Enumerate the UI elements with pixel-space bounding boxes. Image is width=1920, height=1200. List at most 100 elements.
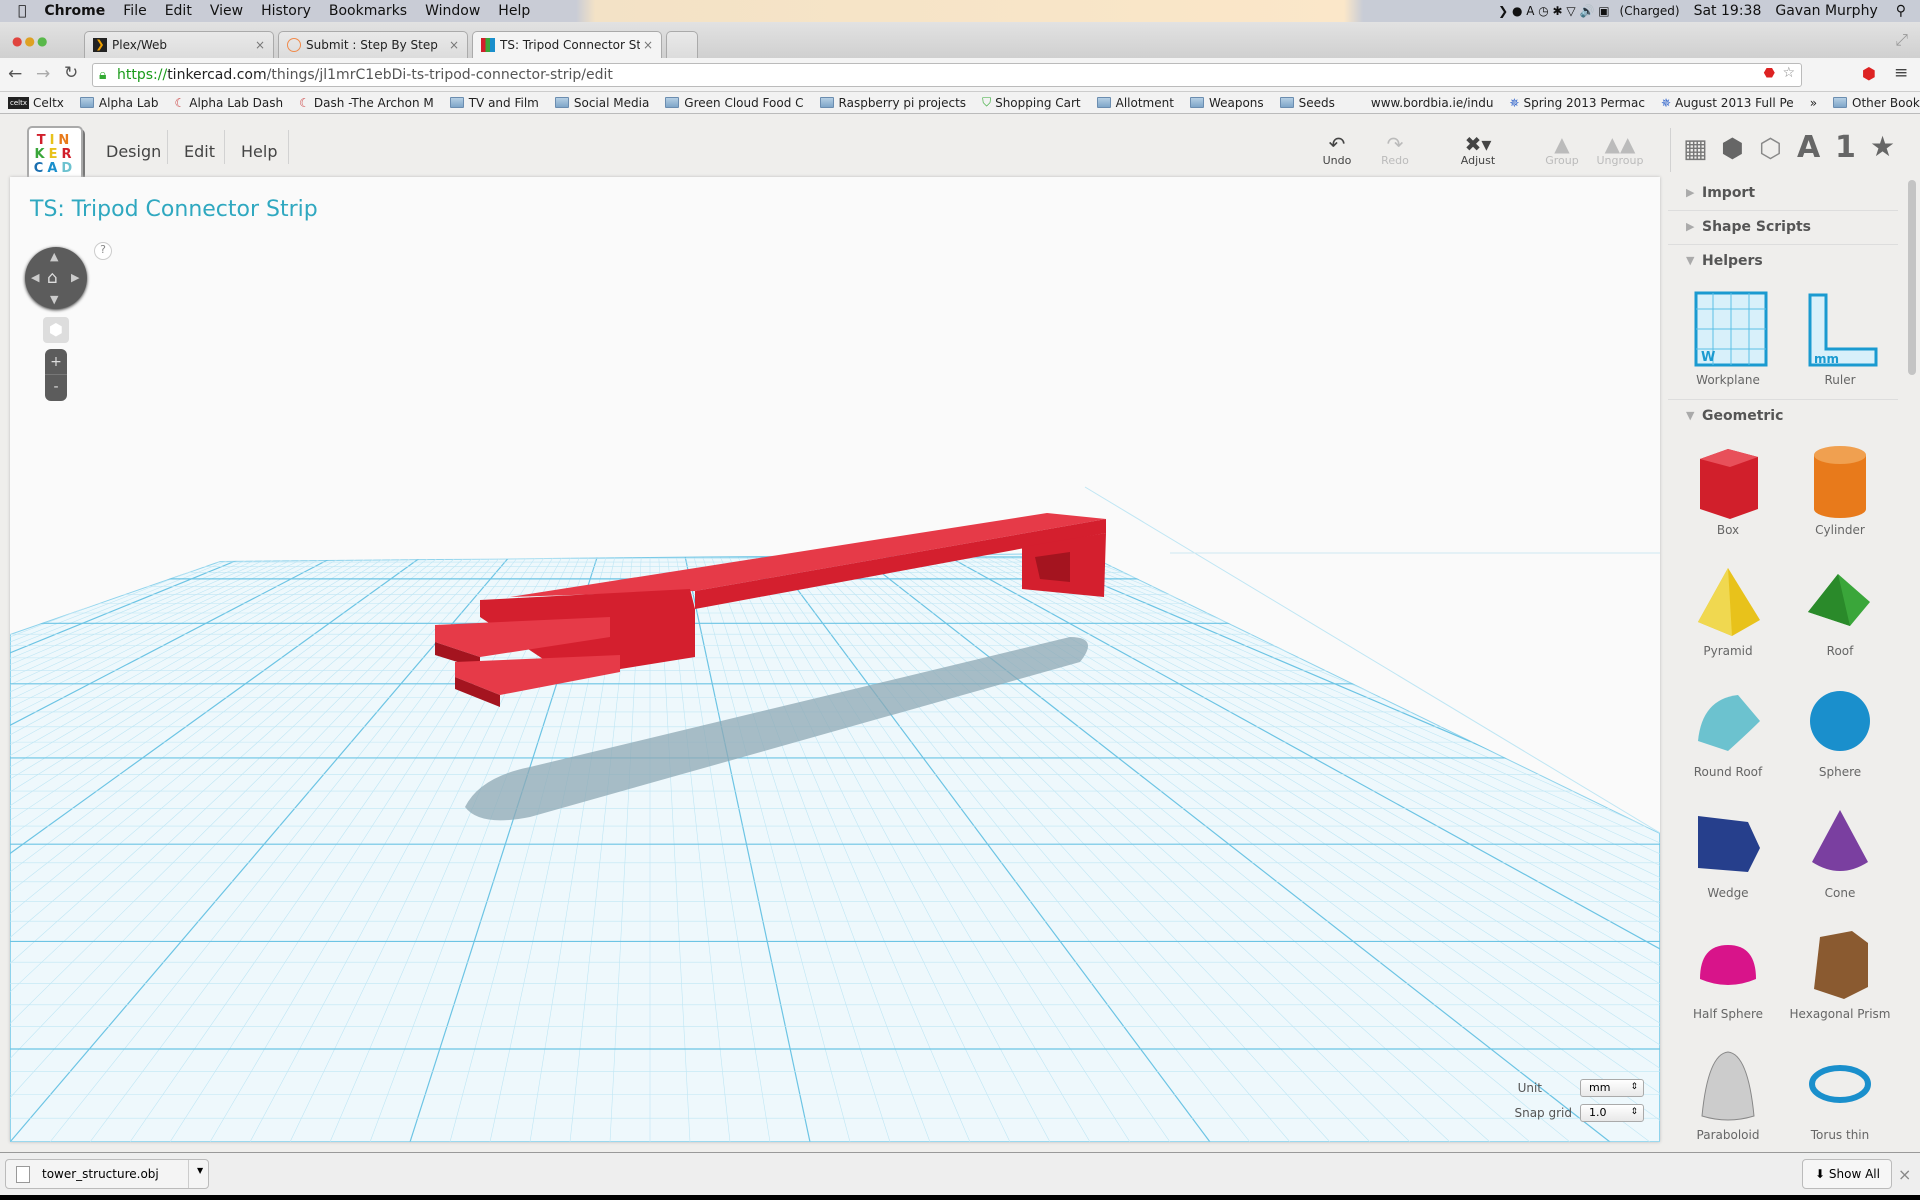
tab-submit[interactable]: Submit : Step By Step ×: [278, 31, 468, 58]
workplane-scene[interactable]: [10, 177, 1660, 1142]
striped-box-icon[interactable]: ⬡: [1759, 134, 1782, 164]
orbit-up-icon[interactable]: ▲: [50, 250, 58, 263]
3d-viewport[interactable]: TS: Tripod Connector Strip ? ▲ ◀ ⌂ ▶ ▼ ⬢…: [10, 177, 1660, 1142]
menu-app[interactable]: Chrome: [44, 3, 105, 19]
shape-cone[interactable]: Cone: [1785, 802, 1895, 900]
close-tab-icon[interactable]: ×: [449, 38, 459, 52]
grid-view-icon[interactable]: ▦: [1683, 134, 1708, 164]
tab-plex[interactable]: ❯ Plex/Web ×: [84, 31, 274, 58]
text-shape-icon[interactable]: A: [1797, 130, 1820, 165]
window-controls[interactable]: ●●●: [12, 34, 49, 48]
close-tab-icon[interactable]: ×: [255, 38, 265, 52]
shape-wedge[interactable]: Wedge: [1673, 802, 1783, 900]
fullscreen-icon[interactable]: ⤢: [1895, 30, 1908, 50]
close-tab-icon[interactable]: ×: [643, 38, 653, 52]
bookmark-link[interactable]: www.bordbia.ie/indu: [1371, 96, 1494, 110]
stop-extension-icon[interactable]: ⬢: [1862, 64, 1876, 83]
more-bookmarks-chevron[interactable]: »: [1810, 96, 1817, 110]
unit-select[interactable]: mm: [1580, 1079, 1644, 1097]
close-download-bar-icon[interactable]: ×: [1898, 1165, 1911, 1184]
bookmark-folder[interactable]: Weapons: [1189, 96, 1264, 110]
menu-edit[interactable]: Edit: [165, 3, 192, 19]
orbit-down-icon[interactable]: ▼: [50, 293, 58, 306]
bookmark-folder[interactable]: TV and Film: [449, 96, 539, 110]
forward-icon[interactable]: →: [36, 64, 50, 84]
shape-hexagonal-prism[interactable]: Hexagonal Prism: [1785, 923, 1895, 1021]
shape-sphere[interactable]: Sphere: [1785, 681, 1895, 779]
nav-design[interactable]: Design: [106, 142, 161, 161]
menu-help[interactable]: Help: [498, 3, 530, 19]
tab-tinkercad[interactable]: TS: Tripod Connector Strip×: [472, 31, 662, 58]
shape-cylinder[interactable]: Cylinder: [1785, 439, 1895, 537]
menu-file[interactable]: File: [123, 3, 146, 19]
bookmark-folder[interactable]: Seeds: [1279, 96, 1335, 110]
shape-paraboloid[interactable]: Paraboloid: [1673, 1044, 1783, 1142]
section-import[interactable]: ▶ Import: [1668, 177, 1898, 211]
number-shape-icon[interactable]: 1: [1835, 130, 1856, 165]
bookmark-folder[interactable]: Social Media: [554, 96, 649, 110]
bookmark-other[interactable]: Other Bookmarks: [1833, 96, 1920, 110]
zoom-in-button[interactable]: +: [45, 349, 67, 375]
shape-roof[interactable]: Roof: [1785, 560, 1895, 658]
orbit-control[interactable]: ▲ ◀ ⌂ ▶ ▼: [25, 247, 87, 309]
back-icon[interactable]: ←: [8, 64, 22, 84]
panel-scrollbar[interactable]: [1908, 180, 1916, 375]
section-shape-scripts[interactable]: ▶ Shape Scripts: [1668, 211, 1898, 245]
zoom-out-button[interactable]: -: [45, 375, 67, 401]
group-button[interactable]: ▲ Group: [1537, 132, 1587, 167]
spotlight-icon[interactable]: ⚲: [1896, 3, 1906, 19]
menu-window[interactable]: Window: [425, 3, 480, 19]
help-button[interactable]: ?: [94, 242, 112, 260]
helper-ruler[interactable]: mm Ruler: [1785, 289, 1895, 387]
shape-box[interactable]: Box: [1673, 439, 1783, 537]
tinkercad-logo[interactable]: TIN KER CAD: [27, 126, 83, 182]
shape-round-roof[interactable]: Round Roof: [1673, 681, 1783, 779]
redo-button[interactable]: ↷ Redo: [1370, 132, 1420, 167]
shape-torus-thin[interactable]: Torus thin: [1785, 1044, 1895, 1142]
bookmark-link[interactable]: ✵ August 2013 Full Pe: [1661, 96, 1794, 110]
box-view-icon[interactable]: ⬢: [1721, 134, 1744, 164]
reload-icon[interactable]: ↻: [64, 63, 78, 83]
bookmark-celtx[interactable]: celtx Celtx: [8, 96, 64, 110]
clock[interactable]: Sat 19:38: [1694, 3, 1762, 19]
home-view-icon[interactable]: ⌂: [47, 268, 58, 288]
menu-history[interactable]: History: [261, 3, 311, 19]
download-item[interactable]: tower_structure.obj ▼: [5, 1159, 209, 1189]
bookmark-star-icon[interactable]: ☆: [1782, 65, 1795, 81]
menu-view[interactable]: View: [210, 3, 243, 19]
nav-edit[interactable]: Edit: [184, 142, 215, 161]
helper-workplane[interactable]: W Workplane: [1673, 289, 1783, 387]
show-all-button[interactable]: ⬇ Show All: [1802, 1159, 1892, 1189]
bookmark-folder[interactable]: Raspberry pi projects: [819, 96, 966, 110]
shape-half-sphere[interactable]: Half Sphere: [1673, 923, 1783, 1021]
shape-pyramid[interactable]: Pyramid: [1673, 560, 1783, 658]
apple-icon[interactable]: : [18, 3, 26, 19]
bookmark-link[interactable]: ✵ Spring 2013 Permac: [1509, 96, 1645, 110]
url-input[interactable]: 🔒︎ https://tinkercad.com/things/jl1mrC1eb…: [92, 63, 1802, 87]
star-icon[interactable]: ★: [1870, 130, 1895, 163]
ungroup-button[interactable]: ▲▲ Ungroup: [1595, 132, 1645, 167]
adblock-icon[interactable]: ⬣: [1764, 66, 1775, 81]
chrome-menu-icon[interactable]: ≡: [1894, 63, 1908, 83]
user-name[interactable]: Gavan Murphy: [1775, 3, 1877, 19]
snap-grid-select[interactable]: 1.0: [1580, 1104, 1644, 1122]
bookmark-folder[interactable]: Alpha Lab: [79, 96, 159, 110]
download-menu-arrow[interactable]: ▼: [188, 1160, 203, 1188]
section-helpers[interactable]: ▼ Helpers: [1668, 245, 1898, 279]
design-title[interactable]: TS: Tripod Connector Strip: [30, 197, 318, 222]
undo-button[interactable]: ↶ Undo: [1312, 132, 1362, 167]
nav-help[interactable]: Help: [241, 142, 277, 161]
bookmark-link[interactable]: ⛉ Shopping Cart: [982, 95, 1081, 110]
bookmark-folder[interactable]: Green Cloud Food C: [665, 96, 804, 110]
orbit-left-icon[interactable]: ◀: [31, 271, 39, 284]
ortho-view-button[interactable]: ⬢: [43, 317, 69, 343]
bookmark-folder[interactable]: Allotment: [1096, 96, 1174, 110]
battery-status[interactable]: (Charged): [1620, 4, 1680, 18]
bookmark-link[interactable]: ☾ Alpha Lab Dash: [175, 96, 284, 110]
menu-bookmarks[interactable]: Bookmarks: [329, 3, 407, 19]
bookmark-link[interactable]: ☾ Dash -The Archon M: [299, 96, 434, 110]
status-icons[interactable]: ❯ ● A ◷ ✱ ▽ 🔊 ▣: [1498, 4, 1609, 18]
section-geometric[interactable]: ▼ Geometric: [1668, 399, 1898, 433]
new-tab-button[interactable]: [666, 31, 698, 58]
adjust-button[interactable]: ✖▾ Adjust: [1453, 132, 1503, 167]
